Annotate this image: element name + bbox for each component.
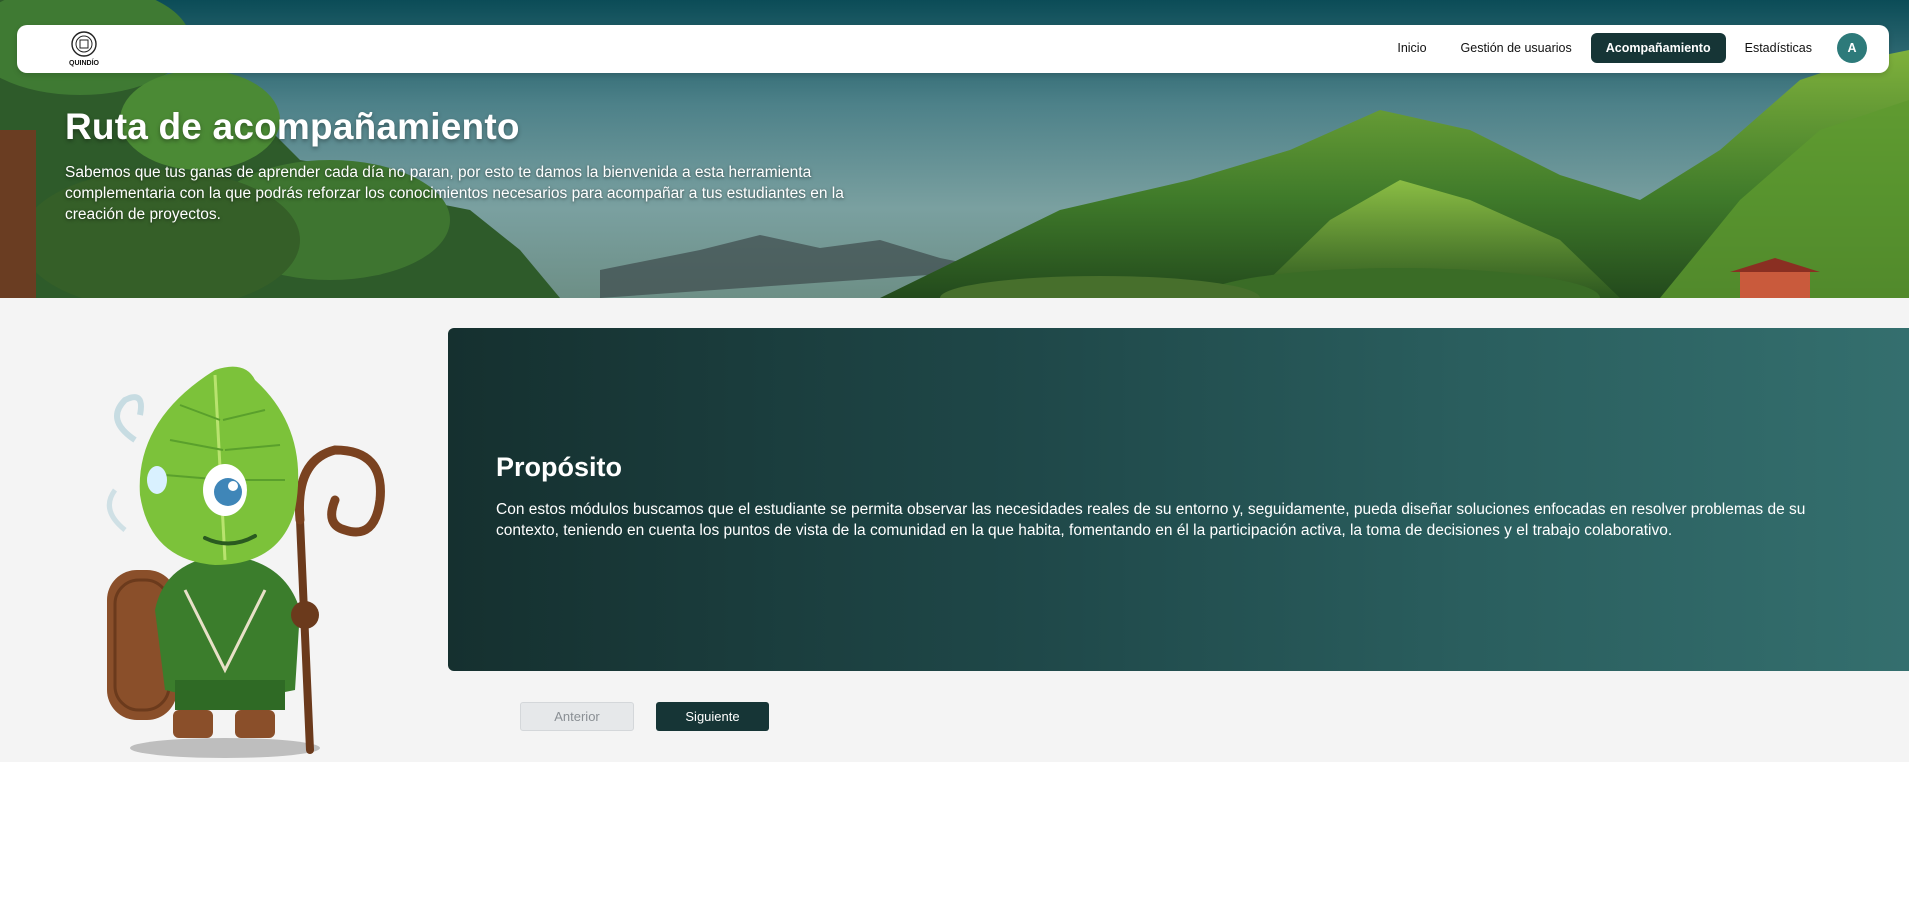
leaf-mascot-illustration <box>106 366 385 758</box>
quindio-logo[interactable]: QUINDÍO <box>61 30 107 70</box>
previous-button[interactable]: Anterior <box>520 702 634 731</box>
nav-item-gestion-usuarios[interactable]: Gestión de usuarios <box>1446 33 1587 63</box>
nav-item-acompanamiento[interactable]: Acompañamiento <box>1590 33 1726 63</box>
page-title: Ruta de acompañamiento <box>65 106 520 147</box>
purpose-title: Propósito <box>496 452 622 482</box>
seal-icon <box>71 31 97 57</box>
purpose-text: Con estos módulos buscamos que el estudi… <box>496 501 1806 539</box>
purpose-card: Propósito Con estos módulos buscamos que… <box>448 328 1909 671</box>
next-button[interactable]: Siguiente <box>656 702 769 731</box>
logo-text: QUINDÍO <box>69 60 99 67</box>
hero-text: Ruta de acompañamiento Sabemos que tus g… <box>65 106 855 225</box>
main-content: Propósito Con estos módulos buscamos que… <box>0 298 1909 762</box>
hero-description: Sabemos que tus ganas de aprender cada d… <box>65 164 844 223</box>
user-avatar[interactable]: A <box>1837 33 1867 63</box>
nav-item-estadisticas[interactable]: Estadísticas <box>1730 33 1827 63</box>
nav-menu: Inicio Gestión de usuarios Acompañamient… <box>1378 33 1867 63</box>
top-navbar: QUINDÍO Inicio Gestión de usuarios Acomp… <box>17 25 1889 73</box>
nav-item-inicio[interactable]: Inicio <box>1382 33 1441 63</box>
